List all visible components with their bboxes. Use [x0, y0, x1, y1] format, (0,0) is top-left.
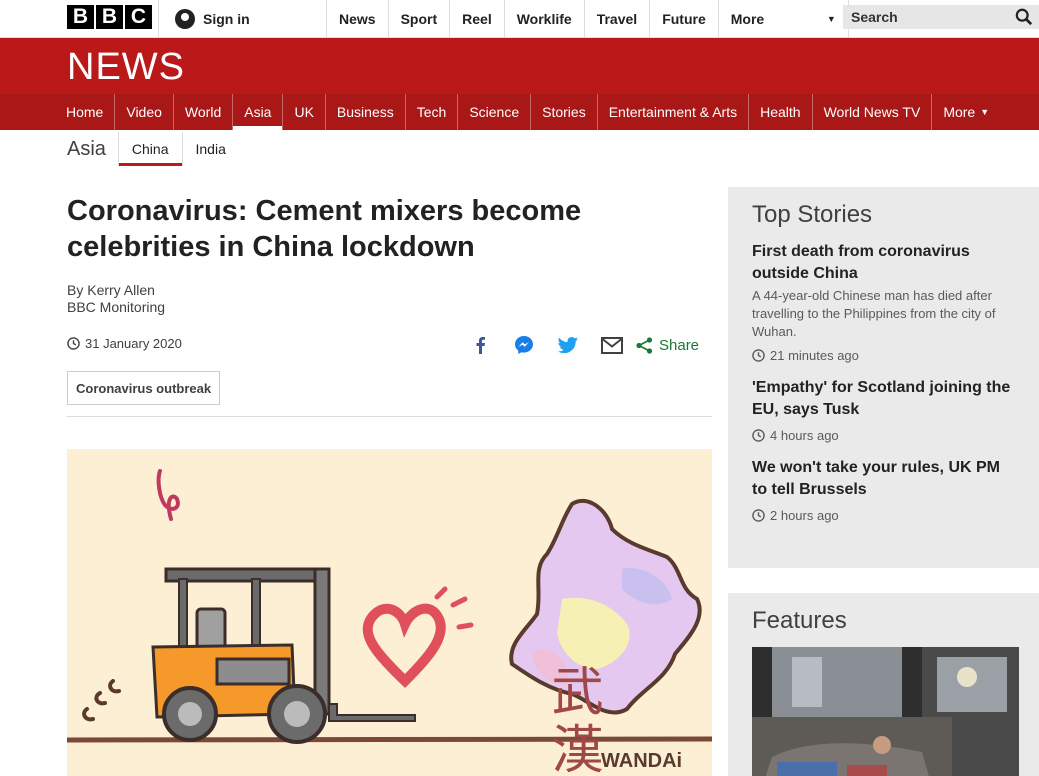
clock-icon	[67, 337, 80, 350]
news-nav-health[interactable]: Health	[749, 94, 813, 130]
twitter-icon[interactable]	[546, 333, 590, 357]
news-nav-entertainment[interactable]: Entertainment & Arts	[598, 94, 750, 130]
email-icon[interactable]	[590, 333, 634, 357]
top-stories-title: Top Stories	[752, 201, 873, 228]
caret-down-icon: ▼	[826, 13, 836, 24]
feature-photo	[752, 647, 1019, 776]
clock-icon	[752, 349, 765, 362]
section-title[interactable]: Asia	[67, 138, 106, 161]
date-text: 31 January 2020	[85, 336, 182, 351]
divider	[67, 416, 712, 417]
news-nav-home[interactable]: Home	[55, 94, 116, 130]
top-nav-future[interactable]: Future	[649, 0, 718, 37]
news-nav-asia[interactable]: Asia	[233, 94, 284, 130]
news-nav-business[interactable]: Business	[326, 94, 406, 130]
story-summary: A 44-year-old Chinese man has died after…	[752, 288, 996, 339]
news-nav-stories[interactable]: Stories	[531, 94, 598, 130]
story-time: 2 hours ago	[770, 508, 839, 523]
bbc-logo-letter: B	[96, 5, 123, 29]
news-logo[interactable]: NEWS	[67, 46, 185, 89]
topic-tag[interactable]: Coronavirus outbreak	[67, 371, 221, 405]
top-story-item[interactable]: We won't take your rules, UK PM to tell …	[752, 457, 1015, 523]
byline: By Kerry Allen BBC Monitoring	[67, 282, 165, 316]
story-title[interactable]: We won't take your rules, UK PM to tell …	[752, 457, 1015, 501]
top-nav: News Sport Reel Worklife Travel Future M…	[326, 0, 849, 37]
top-story-item[interactable]: 'Empathy' for Scotland joining the EU, s…	[752, 377, 1015, 443]
share-icon	[636, 336, 653, 354]
subnav-india[interactable]: India	[181, 132, 239, 166]
news-nav-world-news-tv[interactable]: World News TV	[813, 94, 933, 130]
sign-in-link[interactable]: Sign in	[158, 0, 326, 37]
news-banner: NEWS	[0, 38, 1039, 94]
clock-icon	[752, 509, 765, 522]
news-nav-uk[interactable]: UK	[283, 94, 326, 130]
article-date: 31 January 2020	[67, 336, 182, 351]
story-title[interactable]: 'Empathy' for Scotland joining the EU, s…	[752, 377, 1015, 421]
section-subnav: Asia China India	[67, 131, 239, 167]
article-headline: Coronavirus: Cement mixers become celebr…	[67, 195, 582, 263]
caret-down-icon: ▼	[980, 107, 990, 117]
search-box[interactable]: Search	[843, 5, 1039, 29]
bbc-logo-letter: B	[67, 5, 94, 29]
search-icon[interactable]	[1015, 8, 1033, 26]
story-title[interactable]: First death from coronavirus outside Chi…	[752, 241, 1015, 285]
wuhan-characters: 武漢	[542, 664, 602, 776]
bbc-logo[interactable]: B B C	[67, 5, 152, 29]
top-nav-news[interactable]: News	[326, 0, 388, 37]
news-nav-tech[interactable]: Tech	[406, 94, 459, 130]
forklift-heart-illustration: 武漢 WANDAi	[67, 469, 712, 776]
top-nav-travel[interactable]: Travel	[583, 0, 649, 37]
search-label: Search	[851, 9, 898, 25]
news-nav-world[interactable]: World	[174, 94, 234, 130]
clock-icon	[752, 429, 765, 442]
news-nav: Home Video World Asia UK Business Tech S…	[0, 94, 1039, 130]
user-icon	[175, 8, 195, 29]
features-title: Features	[752, 607, 847, 634]
top-nav-reel[interactable]: Reel	[449, 0, 504, 37]
story-timestamp: 21 minutes ago	[752, 348, 1015, 363]
sign-in-label: Sign in	[203, 10, 250, 27]
messenger-icon[interactable]	[502, 333, 546, 357]
top-nav-sport[interactable]: Sport	[387, 0, 450, 37]
share-tools: Share	[458, 333, 699, 357]
story-timestamp: 4 hours ago	[752, 428, 1015, 443]
article-illustration: 武漢 WANDAi	[67, 449, 712, 776]
news-nav-science[interactable]: Science	[458, 94, 532, 130]
news-nav-more-label: More	[943, 104, 976, 120]
bbc-logo-letter: C	[125, 5, 152, 29]
top-nav-more-button[interactable]: More ▼	[717, 0, 849, 37]
top-story-item[interactable]: First death from coronavirus outside Chi…	[752, 241, 1015, 363]
share-button[interactable]: Share	[636, 337, 699, 354]
news-nav-more-button[interactable]: More ▼	[932, 94, 1000, 130]
story-time: 21 minutes ago	[770, 348, 859, 363]
illustrator-signature: WANDAi	[601, 750, 682, 772]
story-time: 4 hours ago	[770, 428, 839, 443]
facebook-icon[interactable]	[458, 333, 502, 357]
features-panel: Features	[728, 593, 1039, 776]
top-stories-panel: Top Stories First death from coronavirus…	[728, 187, 1039, 568]
story-timestamp: 2 hours ago	[752, 508, 1015, 523]
share-label: Share	[659, 336, 700, 354]
author-name: By Kerry Allen	[67, 282, 155, 298]
author-org: BBC Monitoring	[67, 299, 166, 315]
feature-image[interactable]	[752, 647, 1019, 776]
bbc-top-bar: B B C Sign in News Sport Reel Worklife T…	[0, 0, 1039, 38]
top-nav-worklife[interactable]: Worklife	[503, 0, 584, 37]
subnav-china[interactable]: China	[117, 132, 182, 166]
more-label: More	[730, 10, 765, 27]
news-nav-video[interactable]: Video	[115, 94, 174, 130]
